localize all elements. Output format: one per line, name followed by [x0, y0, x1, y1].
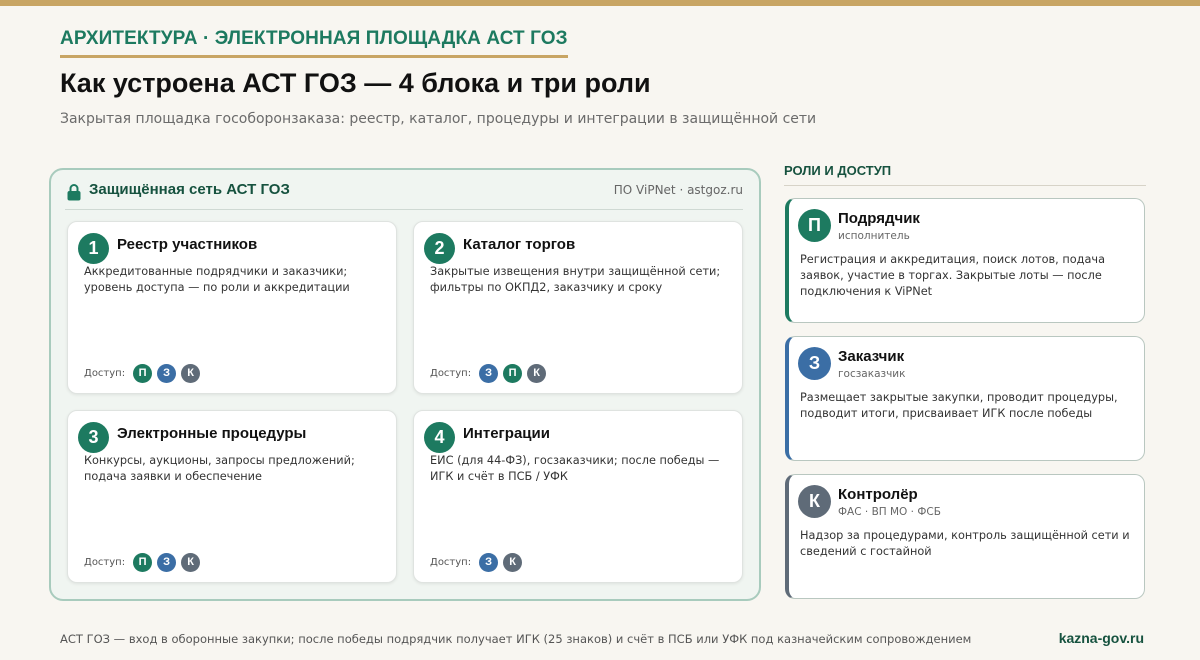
role-avatar: К [798, 485, 831, 518]
page-title: Как устроена АСТ ГОЗ — 4 блока и три рол… [60, 68, 651, 98]
role-subtitle: госзаказчик [838, 368, 906, 380]
role-subtitle: исполнитель [838, 230, 910, 242]
role-name: Контролёр [838, 486, 918, 503]
role-avatar: П [798, 209, 831, 242]
roles-divider [784, 185, 1146, 186]
access-badge: З [479, 363, 499, 383]
block-number: 1 [78, 233, 109, 264]
access-badge: К [503, 552, 523, 572]
lock-icon [67, 184, 81, 201]
access-badge: З [157, 363, 177, 383]
secure-network-panel: Защищённая сеть АСТ ГОЗ ПО ViPNet · astg… [49, 168, 761, 601]
role-name: Заказчик [838, 348, 905, 365]
role-avatar: З [798, 347, 831, 380]
role-subtitle: ФАС · ВП МО · ФСБ [838, 506, 941, 518]
role-card-controller: К Контролёр ФАС · ВП МО · ФСБ Надзор за … [785, 474, 1145, 599]
block-description: Закрытые извещения внутри защищённой сет… [430, 265, 721, 294]
block-card-catalog: 2 Каталог торгов Закрытые извещения внут… [413, 221, 743, 394]
access-badge: П [503, 363, 523, 383]
footer-brand-link[interactable]: kazna-gov.ru [1059, 630, 1144, 646]
access-label: Доступ: [430, 367, 472, 379]
role-card-contractor: П Подрядчик исполнитель Регистрация и ак… [785, 198, 1145, 323]
section-kicker: АРХИТЕКТУРА · ЭЛЕКТРОННАЯ ПЛОЩАДКА АСТ Г… [60, 28, 568, 58]
block-card-integrations: 4 Интеграции ЕИС (для 44-ФЗ), госзаказчи… [413, 410, 743, 583]
role-description: Надзор за процедурами, контроль защищённ… [800, 529, 1130, 558]
access-badge: З [157, 552, 177, 572]
access-badge: К [181, 552, 201, 572]
block-description: Аккредитованные подрядчики и заказчики; … [84, 265, 350, 294]
top-accent-bar [0, 0, 1200, 6]
access-row: Доступ: ЗПК [430, 363, 551, 383]
access-label: Доступ: [84, 367, 126, 379]
access-row: Доступ: ПЗК [84, 363, 205, 383]
access-row: Доступ: ПЗК [84, 552, 205, 572]
access-label: Доступ: [84, 556, 126, 568]
role-name: Подрядчик [838, 210, 920, 227]
block-card-procedures: 3 Электронные процедуры Конкурсы, аукцио… [67, 410, 397, 583]
role-description: Размещает закрытые закупки, проводит про… [800, 391, 1118, 420]
role-description: Регистрация и аккредитация, поиск лотов,… [800, 253, 1105, 298]
footer-note: АСТ ГОЗ — вход в оборонные закупки; посл… [60, 632, 972, 646]
network-title: Защищённая сеть АСТ ГОЗ [89, 181, 290, 198]
block-title: Каталог торгов [463, 236, 576, 253]
page-subtitle: Закрытая площадка гособоронзаказа: реест… [60, 111, 817, 127]
block-title: Электронные процедуры [117, 425, 307, 442]
block-title: Интеграции [463, 425, 550, 442]
block-description: ЕИС (для 44-ФЗ), госзаказчики; после поб… [430, 454, 720, 483]
block-title: Реестр участников [117, 236, 258, 253]
block-description: Конкурсы, аукционы, запросы предложений;… [84, 454, 355, 483]
roles-section-title: РОЛИ И ДОСТУП [784, 163, 892, 178]
access-badge: П [133, 552, 153, 572]
access-label: Доступ: [430, 556, 472, 568]
role-card-customer: З Заказчик госзаказчик Размещает закрыты… [785, 336, 1145, 461]
block-card-registry: 1 Реестр участников Аккредитованные подр… [67, 221, 397, 394]
network-meta: ПО ViPNet · astgoz.ru [613, 183, 743, 197]
block-number: 4 [424, 422, 455, 453]
access-badge: К [181, 363, 201, 383]
access-badge: П [133, 363, 153, 383]
network-header: Защищённая сеть АСТ ГОЗ ПО ViPNet · astg… [65, 170, 743, 210]
access-badge: З [479, 552, 499, 572]
block-number: 3 [78, 422, 109, 453]
access-row: Доступ: ЗК [430, 552, 527, 572]
block-number: 2 [424, 233, 455, 264]
access-badge: К [527, 363, 547, 383]
